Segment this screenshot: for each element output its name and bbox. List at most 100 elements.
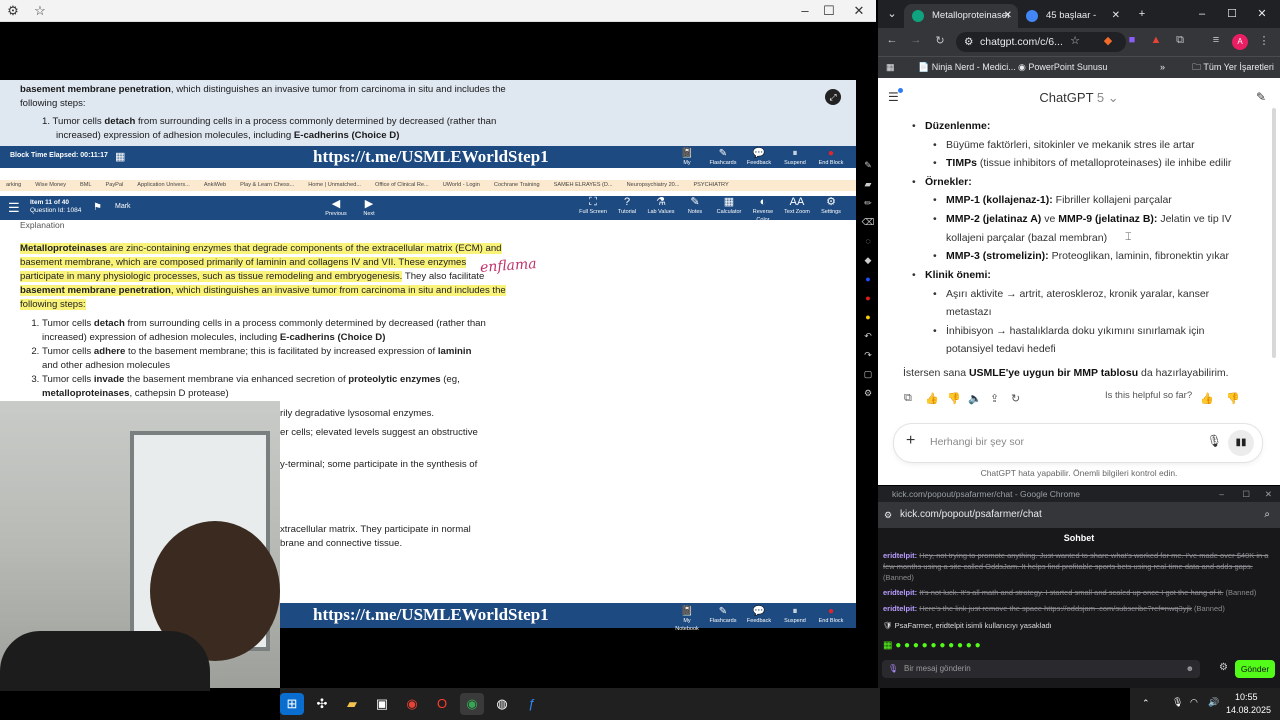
previous-button[interactable]: ◀ Previous <box>321 198 351 218</box>
bookmark-item[interactable]: AnkiWeb <box>204 182 226 189</box>
site-info-icon[interactable]: ⚙ <box>964 32 973 52</box>
new-chat-icon[interactable]: ✎ <box>1256 90 1266 104</box>
chevron-up-icon[interactable]: ⌃ <box>1142 698 1150 709</box>
emote-bar[interactable]: ▦ ● ● ● ● ● ● ● ● ● ● <box>883 640 1275 651</box>
flag-icon[interactable]: ⚑ <box>93 202 102 213</box>
fill-icon[interactable]: ◆ <box>860 255 876 274</box>
notebook-button[interactable]: 📓 My Notebook <box>672 604 702 633</box>
extension-icon[interactable]: ▲ <box>1148 34 1164 46</box>
star-icon[interactable]: ☆ <box>1067 34 1083 47</box>
scrollbar[interactable] <box>1272 108 1276 358</box>
minimize-icon[interactable]: – <box>794 0 816 22</box>
mic-icon[interactable]: 🎙 <box>888 660 898 678</box>
shapes-icon[interactable]: ▢ <box>860 369 876 388</box>
settings-icon[interactable]: ⚙ <box>860 388 876 407</box>
tab-chatgpt[interactable]: Metalloproteinaseı ✕ <box>904 4 1018 28</box>
bookmark-item[interactable]: Application Univers... <box>137 182 190 189</box>
start-icon[interactable]: ⊞ <box>280 693 304 715</box>
maximize-icon[interactable]: ☐ <box>1242 486 1250 502</box>
extensions-icon[interactable]: ⧉ <box>1172 34 1188 47</box>
thumbs-down-icon[interactable]: 👎 <box>947 392 961 405</box>
menu-icon[interactable]: ⋮ <box>1256 34 1272 47</box>
maximize-icon[interactable]: ☐ <box>1218 0 1246 28</box>
feedback-button[interactable]: 💬 Feedback <box>744 146 774 175</box>
copy-icon[interactable]: ⧉ <box>904 392 912 405</box>
minimize-icon[interactable]: – <box>1219 486 1224 502</box>
bookmark-item[interactable]: BML <box>80 182 92 189</box>
apps-icon[interactable]: ▦ <box>886 57 895 77</box>
model-selector[interactable]: ChatGPT 5 ⌄ <box>878 90 1280 106</box>
close-icon[interactable]: ✕ <box>1248 0 1276 28</box>
wifi-icon[interactable]: ◠ <box>1190 697 1198 708</box>
notebook-button[interactable]: 📓 My Notebook <box>672 146 702 175</box>
next-button[interactable]: ▶ Next <box>354 198 384 218</box>
menu-icon[interactable]: ☰ <box>8 200 20 216</box>
chrome-icon[interactable]: ◉ <box>460 693 484 715</box>
extension-icon[interactable]: ◆ <box>1100 34 1116 47</box>
reload-icon[interactable]: ↻ <box>932 34 948 47</box>
zoom-icon[interactable]: ⌕ <box>1264 502 1270 528</box>
chrome-icon[interactable]: ◉ <box>400 693 424 715</box>
bookmark-item[interactable]: arking <box>6 182 21 189</box>
grid-icon[interactable]: ▦ <box>115 150 125 163</box>
thumbs-up-icon[interactable]: 👍 <box>925 392 939 405</box>
tab-search-icon[interactable]: ⌄ <box>878 0 906 28</box>
end-block-button[interactable]: ● End Block <box>816 146 846 175</box>
bookmark-item[interactable]: SAMEH ELRAYES (D... <box>554 182 613 189</box>
emoji-icon[interactable]: ☻ <box>1186 660 1194 678</box>
clock-time[interactable]: 10:55 <box>1235 692 1258 702</box>
close-icon[interactable]: ✕ <box>848 0 870 22</box>
suspend-button[interactable]: ⏸ Suspend <box>780 604 810 633</box>
bookmark-item[interactable]: ◉ PowerPoint Sunusu <box>1018 57 1107 77</box>
bookmark-item[interactable]: Neuropsychiatry 20... <box>627 182 680 189</box>
folder-icon[interactable]: ▰ <box>340 693 364 715</box>
forward-icon[interactable]: → <box>908 34 924 46</box>
minimize-icon[interactable]: – <box>1188 0 1216 28</box>
clock-date[interactable]: 14.08.2025 <box>1226 705 1271 715</box>
lasso-icon[interactable]: ◌ <box>860 236 876 255</box>
app-icon[interactable]: ƒ <box>520 693 544 715</box>
avatar[interactable]: A <box>1232 34 1248 50</box>
bookmark-folder[interactable]: 🗀 Tüm Yer İşaretleri <box>1192 57 1274 77</box>
bookmark-item[interactable]: Office of Clinical Re... <box>375 182 429 189</box>
yellow-color-icon[interactable]: ● <box>860 312 876 331</box>
thumbs-down-icon[interactable]: 👎 <box>1226 392 1240 405</box>
share-icon[interactable]: ⇪ <box>990 392 999 405</box>
red-color-icon[interactable]: ● <box>860 293 876 312</box>
bookmark-item[interactable]: Wise Money <box>35 182 66 189</box>
gear-icon[interactable]: ⚙ <box>2 0 24 22</box>
close-icon[interactable]: ✕ <box>1004 4 1012 28</box>
app-icon[interactable]: ✣ <box>310 693 334 715</box>
regenerate-icon[interactable]: ↻ <box>1011 392 1020 405</box>
opera-icon[interactable]: O <box>430 693 454 715</box>
gear-icon[interactable]: ⚙ <box>1219 662 1228 673</box>
attach-icon[interactable]: + <box>906 432 915 450</box>
send-button[interactable]: Gönder <box>1235 660 1275 678</box>
bookmark-item[interactable]: PayPal <box>106 182 124 189</box>
close-icon[interactable]: ✕ <box>1112 4 1120 28</box>
end-block-button[interactable]: ● End Block <box>816 604 846 633</box>
undo-icon[interactable]: ↶ <box>860 331 876 350</box>
chat-input[interactable]: 🎙 Bir mesaj gönderin ☻ <box>882 660 1200 678</box>
pen-icon[interactable]: ✎ <box>860 160 876 179</box>
kick-address-bar[interactable]: ⚙ kick.com/popout/psafarmer/chat ⌕ <box>878 502 1280 528</box>
redo-icon[interactable]: ↷ <box>860 350 876 369</box>
flashcards-button[interactable]: ✎ Flashcards <box>708 146 738 175</box>
eraser-icon[interactable]: ⌫ <box>860 217 876 236</box>
thumbs-up-icon[interactable]: 👍 <box>1200 392 1214 405</box>
feedback-button[interactable]: 💬 Feedback <box>744 604 774 633</box>
mark-button[interactable]: Mark <box>115 203 131 210</box>
back-icon[interactable]: ← <box>884 34 900 46</box>
bookmark-item[interactable]: Cochrane Training <box>494 182 540 189</box>
mic-icon[interactable]: 🎙 <box>1207 434 1222 448</box>
flashcards-button[interactable]: ✎ Flashcards <box>708 604 738 633</box>
pencil-icon[interactable]: ✏ <box>860 198 876 217</box>
highlighter-icon[interactable]: ▰ <box>860 179 876 198</box>
bookmark-item[interactable]: 📄 Ninja Nerd - Medici... <box>918 57 1016 77</box>
prompt-input[interactable]: + Herhangi bir şey sor 🎙 ▮▮ <box>894 424 1262 462</box>
maximize-icon[interactable]: ☐ <box>818 0 840 22</box>
tab-google[interactable]: 45 başlaar - Google ✕ <box>1018 4 1126 45</box>
blue-color-icon[interactable]: ● <box>860 274 876 293</box>
volume-icon[interactable]: 🔊 <box>1208 697 1219 708</box>
mic-icon[interactable]: 🎙 <box>1172 697 1183 708</box>
